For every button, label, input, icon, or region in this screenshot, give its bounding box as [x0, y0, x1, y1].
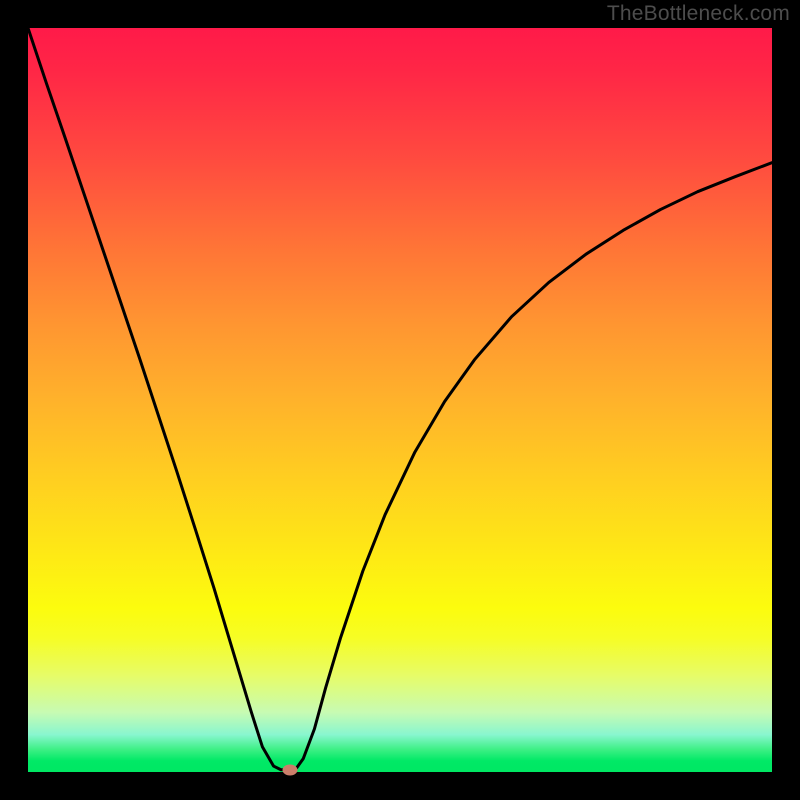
chart-frame: TheBottleneck.com [0, 0, 800, 800]
bottleneck-curve [28, 28, 772, 772]
plot-area [28, 28, 772, 772]
watermark-text: TheBottleneck.com [607, 2, 790, 26]
optimum-marker [282, 764, 297, 775]
